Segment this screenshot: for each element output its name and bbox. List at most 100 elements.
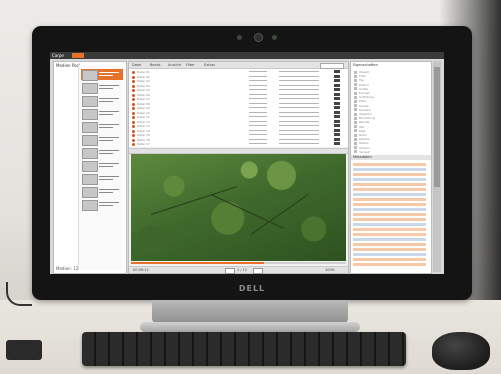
property-icon xyxy=(354,133,357,137)
monitor-logo: DELL xyxy=(238,284,266,293)
property-line[interactable]: Verlauf xyxy=(354,150,370,154)
file-action-button[interactable] xyxy=(334,133,340,136)
table-row[interactable]: Datei 17 xyxy=(129,142,348,146)
metadata-field[interactable] xyxy=(353,228,426,231)
page-indicator: 1 / 12 xyxy=(237,268,248,272)
metadata-field[interactable] xyxy=(353,163,426,166)
toolbar-menu-item[interactable]: Datei xyxy=(132,62,141,68)
metadata-field[interactable] xyxy=(353,188,426,191)
table-row[interactable]: Datei 11 xyxy=(129,115,348,119)
file-action-button[interactable] xyxy=(334,128,340,132)
next-button[interactable] xyxy=(253,268,263,274)
metadata-field[interactable] xyxy=(353,243,426,246)
file-action-button[interactable] xyxy=(334,110,340,114)
media-thumbnail[interactable] xyxy=(81,108,123,120)
file-action-button[interactable] xyxy=(334,115,340,118)
table-row[interactable]: Datei 16 xyxy=(129,137,348,142)
media-thumbnail[interactable] xyxy=(81,160,123,172)
file-action-button[interactable] xyxy=(334,142,340,145)
table-row[interactable]: Datei 02 xyxy=(129,74,348,79)
file-name: Datei 05 xyxy=(137,88,150,92)
table-row[interactable]: Datei 07 xyxy=(129,97,348,101)
media-thumbnail[interactable] xyxy=(81,95,123,107)
table-row[interactable]: Datei 04 xyxy=(129,83,348,88)
metadata-field[interactable] xyxy=(353,173,426,176)
metadata-field[interactable] xyxy=(353,183,426,186)
metadata-field[interactable] xyxy=(353,238,426,241)
playback-progress[interactable] xyxy=(131,262,346,264)
file-action-button[interactable] xyxy=(334,124,340,127)
media-thumbnail[interactable] xyxy=(81,173,123,185)
file-action-button[interactable] xyxy=(334,97,340,100)
thumbnail-caption xyxy=(99,85,119,86)
media-thumbnail[interactable] xyxy=(81,134,123,146)
file-name: Datei 13 xyxy=(137,124,150,128)
table-row[interactable]: Datei 12 xyxy=(129,119,348,124)
thumbnail-list[interactable] xyxy=(78,65,125,270)
toolbar-menu-item[interactable]: Bearb. xyxy=(150,62,161,68)
prev-button[interactable] xyxy=(225,268,235,274)
file-action-button[interactable] xyxy=(334,101,340,105)
metadata-field[interactable] xyxy=(353,198,426,201)
table-row[interactable]: Datei 08 xyxy=(129,101,348,106)
table-row[interactable]: Datei 13 xyxy=(129,124,348,128)
media-thumbnail[interactable] xyxy=(81,69,123,81)
file-action-button[interactable] xyxy=(334,83,340,87)
file-action-button[interactable] xyxy=(334,70,340,73)
metadata-field[interactable] xyxy=(353,263,426,266)
file-action-button[interactable] xyxy=(334,106,340,109)
metadata-field[interactable] xyxy=(353,168,426,171)
table-row[interactable]: Datei 06 xyxy=(129,92,348,97)
media-thumbnail[interactable] xyxy=(81,199,123,211)
metadata-field[interactable] xyxy=(353,233,426,236)
media-thumbnail[interactable] xyxy=(81,186,123,198)
scrollbar-thumb[interactable] xyxy=(434,67,440,187)
toolbar-menu-item[interactable]: Extras xyxy=(204,62,215,68)
scrollbar[interactable] xyxy=(433,61,441,272)
metadata-field[interactable] xyxy=(353,193,426,196)
preview-image[interactable] xyxy=(131,154,346,261)
table-row[interactable]: Datei 03 xyxy=(129,79,348,83)
metadata-section-header[interactable]: Metadaten xyxy=(351,155,431,160)
media-thumbnail[interactable] xyxy=(81,82,123,94)
table-row[interactable]: Datei 09 xyxy=(129,106,348,110)
file-date xyxy=(249,98,267,99)
file-info xyxy=(279,75,319,77)
metadata-field[interactable] xyxy=(353,213,426,216)
thumbnail-image xyxy=(82,148,98,159)
mouse xyxy=(432,332,490,370)
file-date xyxy=(249,138,267,140)
table-row[interactable]: Datei 15 xyxy=(129,133,348,137)
property-icon xyxy=(354,104,357,108)
file-info xyxy=(279,107,319,108)
metadata-field[interactable] xyxy=(353,218,426,221)
file-action-button[interactable] xyxy=(334,74,340,78)
metadata-field[interactable] xyxy=(353,208,426,211)
metadata-field[interactable] xyxy=(353,258,426,261)
file-action-button[interactable] xyxy=(334,119,340,123)
metadata-field[interactable] xyxy=(353,248,426,251)
file-info xyxy=(279,125,319,126)
file-action-button[interactable] xyxy=(334,92,340,96)
table-row[interactable]: Datei 14 xyxy=(129,128,348,133)
metadata-field[interactable] xyxy=(353,178,426,181)
toolbar-menu-item[interactable]: Filter xyxy=(186,62,195,68)
file-info xyxy=(279,129,319,131)
toolbar-menu-item[interactable]: Ansicht xyxy=(168,62,181,68)
sensor-left xyxy=(237,35,242,40)
table-row[interactable]: Datei 01 xyxy=(129,70,348,74)
media-thumbnail[interactable] xyxy=(81,147,123,159)
file-action-button[interactable] xyxy=(334,79,340,82)
file-action-button[interactable] xyxy=(334,88,340,91)
thumbnail-caption xyxy=(99,189,119,190)
file-date xyxy=(249,129,267,131)
metadata-field[interactable] xyxy=(353,203,426,206)
file-info xyxy=(279,89,319,90)
media-thumbnail[interactable] xyxy=(81,121,123,133)
table-row[interactable]: Datei 05 xyxy=(129,88,348,92)
file-date xyxy=(249,116,267,117)
metadata-field[interactable] xyxy=(353,223,426,226)
file-action-button[interactable] xyxy=(334,137,340,141)
table-row[interactable]: Datei 10 xyxy=(129,110,348,115)
metadata-field[interactable] xyxy=(353,253,426,256)
